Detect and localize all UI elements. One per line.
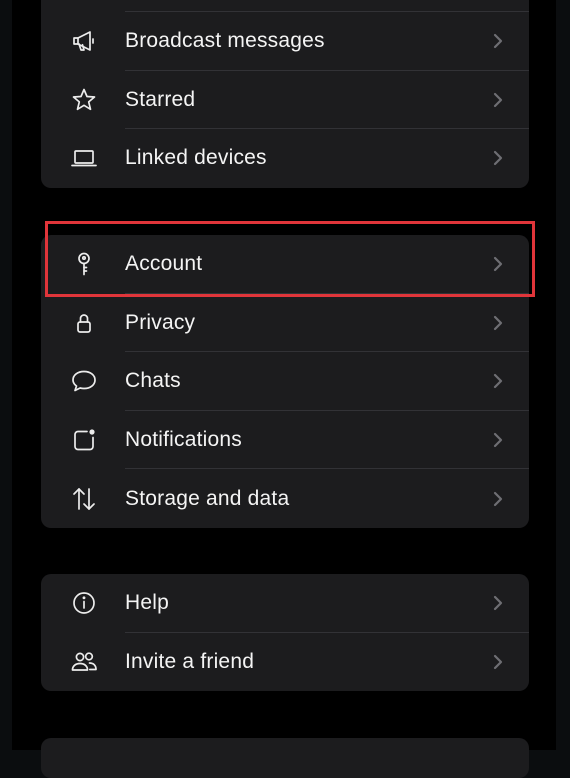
- group-top-edge: [41, 0, 529, 12]
- settings-group-next: [41, 738, 529, 778]
- megaphone-icon: [69, 26, 99, 56]
- chevron-right-icon: [493, 654, 503, 670]
- settings-row-account[interactable]: Account: [41, 235, 529, 294]
- settings-group-support: Help Invite a friend: [41, 574, 529, 691]
- chevron-right-icon: [493, 150, 503, 166]
- settings-row-label: Starred: [125, 87, 196, 111]
- laptop-icon: [69, 143, 99, 173]
- settings-row-label: Chats: [125, 369, 181, 393]
- settings-group-tools: Broadcast messages Starred Linked device…: [41, 0, 529, 188]
- settings-group-account: Account Privacy Chats Notifications Stor…: [41, 235, 529, 528]
- settings-row-help[interactable]: Help: [41, 574, 529, 633]
- chevron-right-icon: [493, 33, 503, 49]
- up-down-arrows-icon: [69, 484, 99, 514]
- chevron-right-icon: [493, 315, 503, 331]
- notification-badge-icon: [69, 425, 99, 455]
- people-icon: [69, 647, 99, 677]
- settings-row-label: Privacy: [125, 310, 196, 334]
- settings-row-privacy[interactable]: Privacy: [41, 294, 529, 353]
- settings-row-label: Help: [125, 591, 169, 615]
- chevron-right-icon: [493, 256, 503, 272]
- settings-row-label: Invite a friend: [125, 649, 255, 673]
- info-icon: [69, 588, 99, 618]
- settings-row-notifications[interactable]: Notifications: [41, 411, 529, 470]
- settings-row-storage-and-data[interactable]: Storage and data: [41, 469, 529, 528]
- settings-row-linked-devices[interactable]: Linked devices: [41, 129, 529, 188]
- chevron-right-icon: [493, 92, 503, 108]
- settings-row-label: Account: [125, 252, 203, 276]
- star-icon: [69, 85, 99, 115]
- settings-row-label: Linked devices: [125, 146, 267, 170]
- settings-row-broadcast-messages[interactable]: Broadcast messages: [41, 12, 529, 71]
- chat-bubble-icon: [69, 366, 99, 396]
- settings-row-starred[interactable]: Starred: [41, 71, 529, 130]
- lock-icon: [69, 308, 99, 338]
- settings-row-invite-a-friend[interactable]: Invite a friend: [41, 633, 529, 691]
- chevron-right-icon: [493, 595, 503, 611]
- key-icon: [69, 249, 99, 279]
- chevron-right-icon: [493, 491, 503, 507]
- settings-row-label: Notifications: [125, 428, 242, 452]
- settings-row-chats[interactable]: Chats: [41, 352, 529, 411]
- settings-row-label: Broadcast messages: [125, 29, 325, 53]
- settings-row-label: Storage and data: [125, 486, 290, 510]
- chevron-right-icon: [493, 373, 503, 389]
- chevron-right-icon: [493, 432, 503, 448]
